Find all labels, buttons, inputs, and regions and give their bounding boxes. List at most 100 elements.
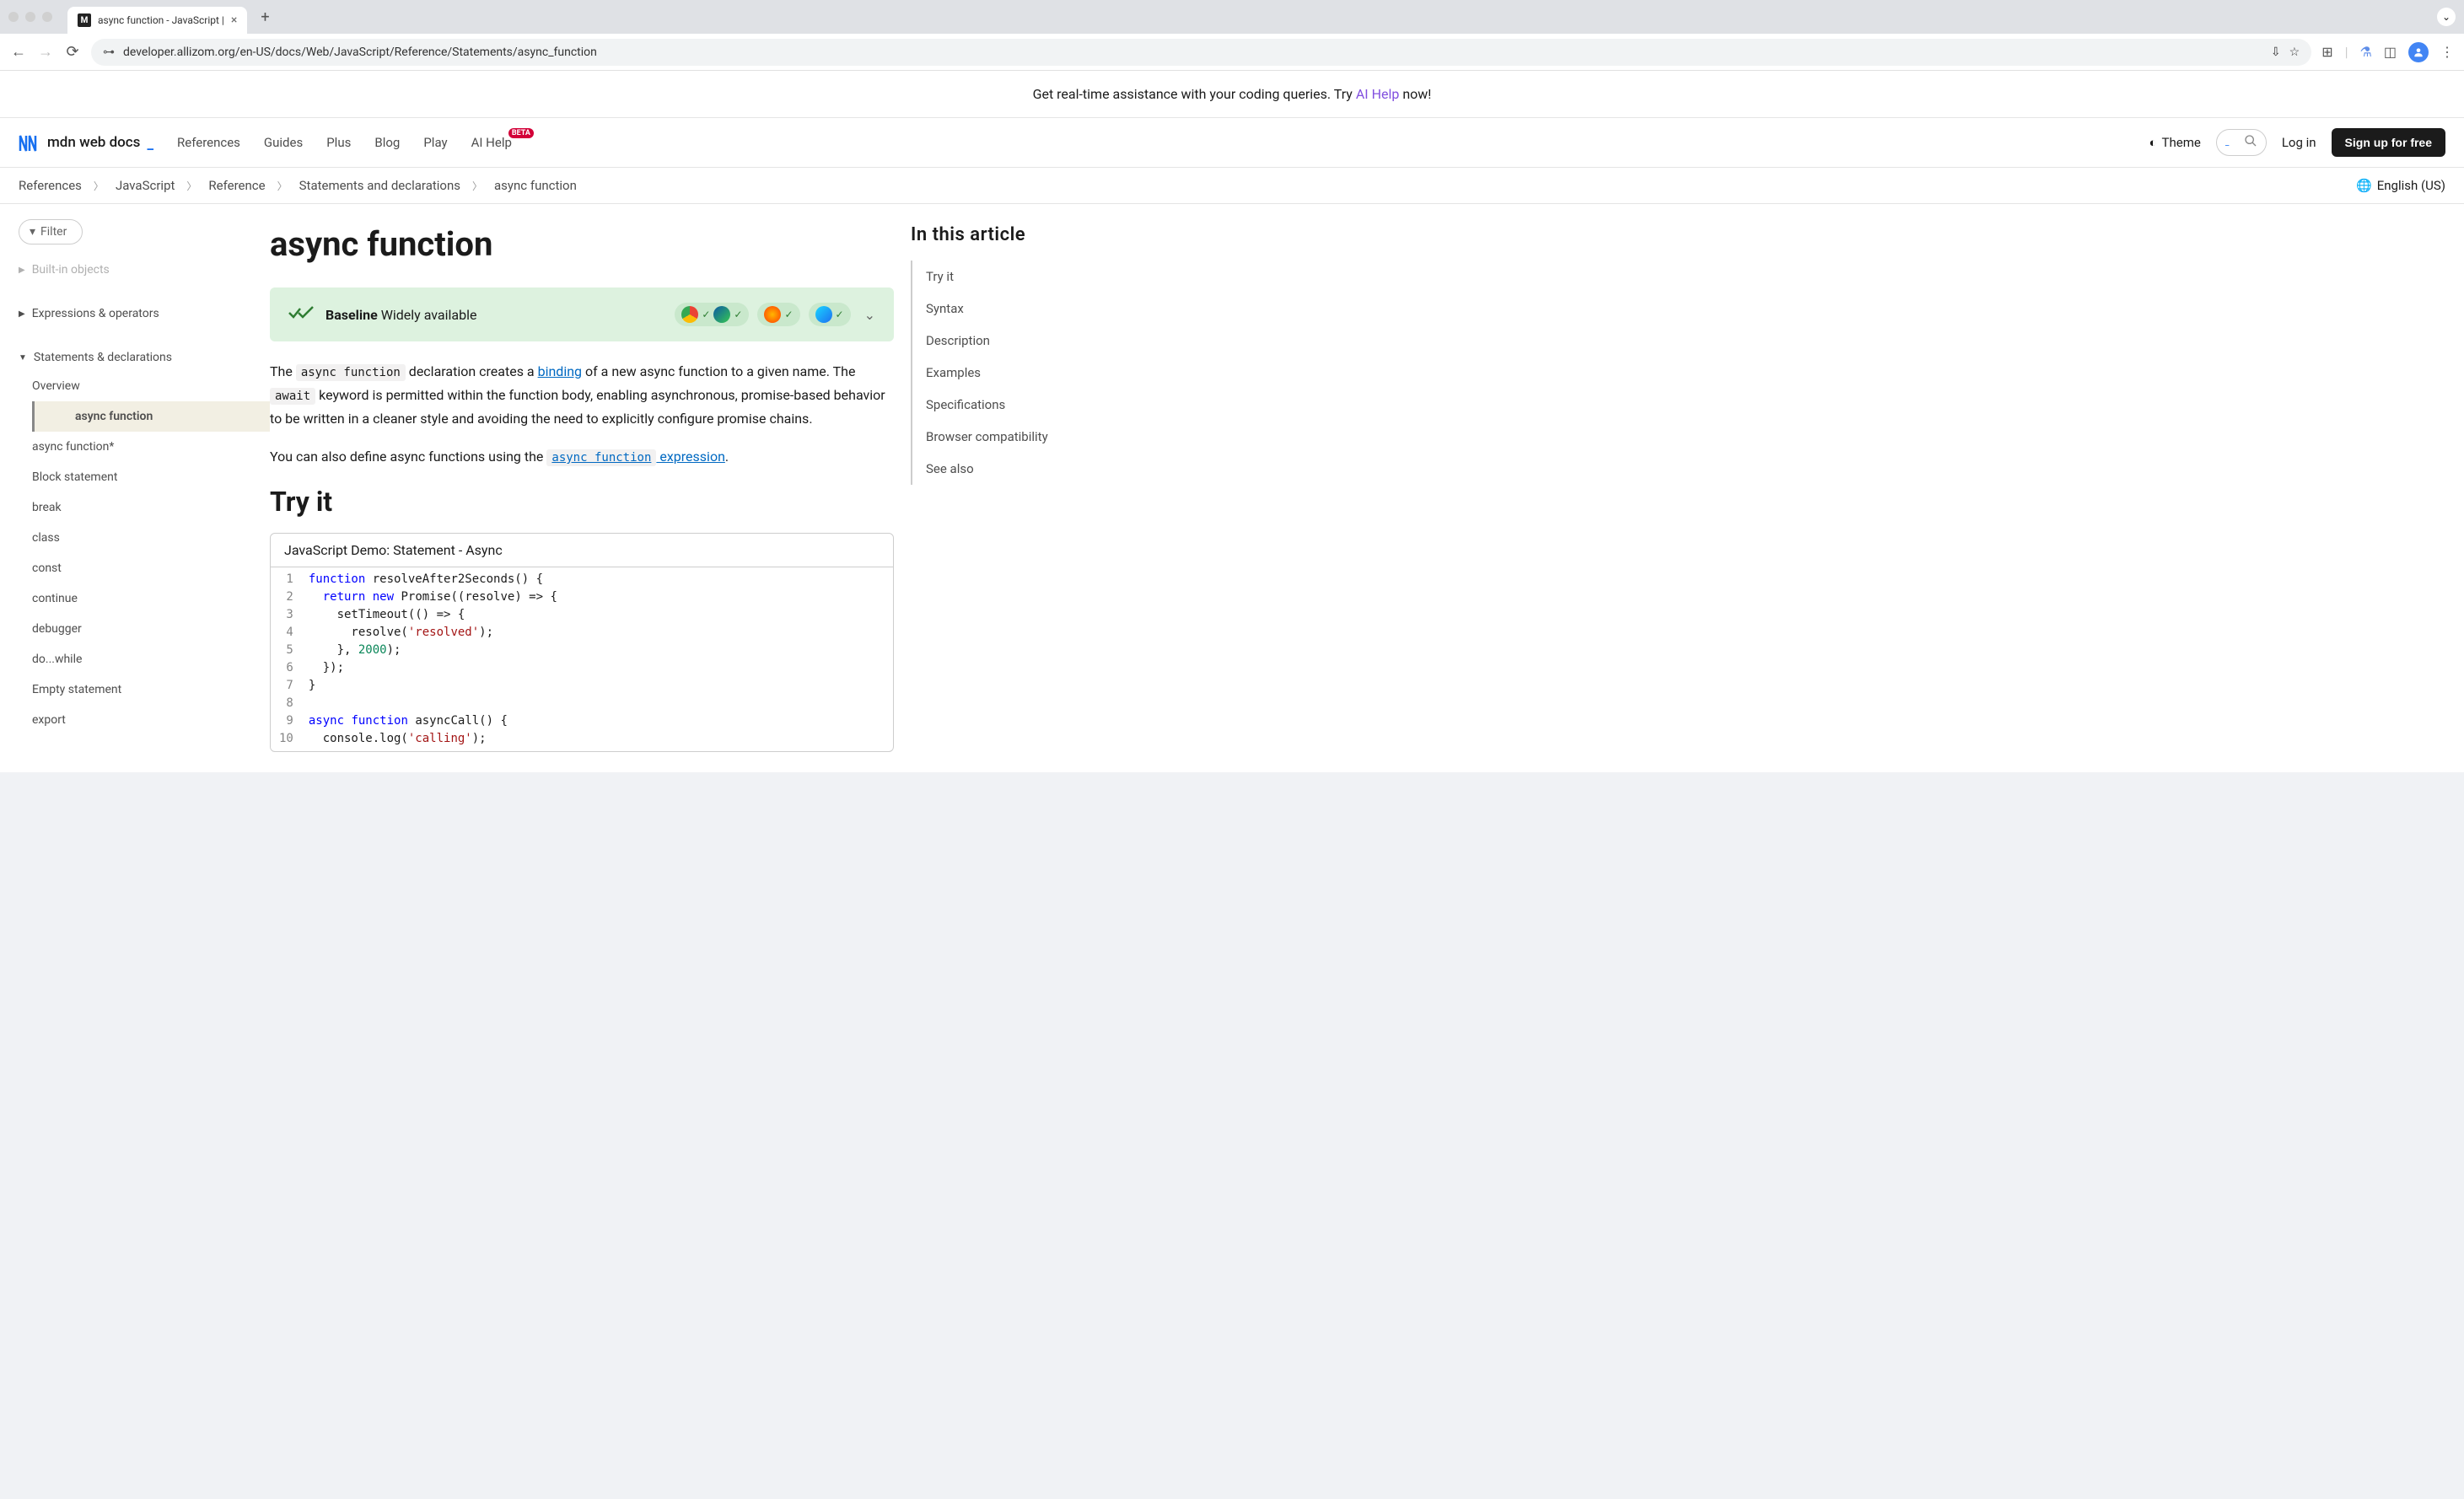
sidebar-item[interactable]: async function [32, 401, 270, 432]
header-right: ◐ Theme _ Log in Sign up for free [2149, 128, 2445, 157]
toc-item[interactable]: See also [926, 453, 1096, 485]
crumb-reference[interactable]: Reference [208, 178, 265, 193]
crumb-references[interactable]: References [19, 178, 82, 193]
intro-paragraph-1: The async function declaration creates a… [270, 360, 894, 430]
site-settings-icon[interactable]: ⊶ [103, 46, 115, 59]
promo-prefix: Get real-time assistance with your codin… [1033, 86, 1356, 102]
text: . [725, 449, 729, 465]
nav-references[interactable]: References [177, 135, 240, 150]
main-content: async function Baseline Widely available… [270, 204, 894, 772]
nav-guides[interactable]: Guides [264, 135, 303, 150]
chrome-icon [681, 306, 698, 323]
inline-code: await [270, 388, 315, 405]
language-label: English (US) [2377, 178, 2445, 193]
toc-sidebar: In this article Try itSyntaxDescriptionE… [894, 204, 1096, 772]
crumb-statements[interactable]: Statements and declarations [299, 178, 460, 193]
chevron-right-icon: 〉 [186, 179, 196, 193]
toc-item[interactable]: Specifications [926, 389, 1096, 421]
close-window-icon[interactable] [8, 12, 19, 22]
kebab-menu-icon[interactable]: ⋮ [2440, 44, 2454, 60]
sidebar-item[interactable]: break [0, 492, 270, 523]
url-bar[interactable]: ⊶ developer.allizom.org/en-US/docs/Web/J… [91, 39, 2311, 66]
back-button[interactable]: ← [10, 43, 27, 61]
search-input[interactable]: _ [2216, 129, 2267, 156]
language-selector[interactable]: 🌐 English (US) [2356, 178, 2445, 193]
tab-favicon-icon: M [78, 13, 91, 27]
sidebar-section-statements[interactable]: ▼ Statements & declarations [0, 344, 270, 371]
toc-item[interactable]: Browser compatibility [926, 421, 1096, 453]
baseline-rest: Widely available [378, 307, 477, 323]
chevron-right-icon: 〉 [472, 179, 482, 193]
sidebar-item[interactable]: Block statement [0, 462, 270, 492]
toc-item[interactable]: Syntax [926, 293, 1096, 325]
nav-blog[interactable]: Blog [374, 135, 400, 150]
mdn-logo[interactable]: mdn web docs _ [19, 132, 153, 153]
code-demo: JavaScript Demo: Statement - Async 12345… [270, 533, 894, 752]
nav-play[interactable]: Play [423, 135, 447, 150]
url-text: developer.allizom.org/en-US/docs/Web/Jav… [123, 46, 597, 59]
browser-tab[interactable]: M async function - JavaScript | × [67, 7, 247, 34]
sidebar-item[interactable]: class [0, 523, 270, 553]
maximize-window-icon[interactable] [42, 12, 52, 22]
sidebar-section-builtins[interactable]: ▶ Built-in objects [0, 256, 270, 283]
theme-toggle[interactable]: ◐ Theme [2149, 135, 2200, 150]
extensions-icon[interactable]: ⊞ [2321, 44, 2332, 60]
check-icon: ✓ [784, 309, 793, 320]
sidebar-item[interactable]: async function* [0, 432, 270, 462]
tab-close-icon[interactable]: × [231, 13, 237, 27]
code-editor[interactable]: 12345678910 function resolveAfter2Second… [271, 567, 893, 751]
sidebar-item[interactable]: const [0, 553, 270, 583]
search-icon [2244, 134, 2257, 151]
text: The [270, 363, 296, 379]
install-app-icon[interactable]: ⇩ [2271, 46, 2281, 59]
text: of a new async function to a given name.… [582, 363, 855, 379]
baseline-strong: Baseline [325, 307, 378, 323]
sidepanel-icon[interactable]: ◫ [2384, 44, 2397, 60]
triangle-down-icon: ▼ [19, 353, 27, 363]
filter-input[interactable]: ▾ Filter [19, 219, 83, 244]
tabs-overflow-button[interactable]: ⌄ [2437, 8, 2456, 26]
extensions-area: ⊞ | ⚗ ◫ ⋮ [2321, 42, 2454, 62]
toc-item[interactable]: Description [926, 325, 1096, 357]
new-tab-button[interactable]: + [261, 8, 269, 26]
intro-paragraph-2: You can also define async functions usin… [270, 445, 894, 469]
window-controls [8, 12, 52, 22]
profile-avatar-icon[interactable] [2408, 42, 2429, 62]
crumb-current[interactable]: async function [494, 178, 577, 193]
sidebar-item[interactable]: Overview [0, 371, 270, 401]
signup-button[interactable]: Sign up for free [2332, 128, 2445, 157]
lab-icon[interactable]: ⚗ [2360, 44, 2372, 60]
forward-button[interactable]: → [37, 43, 54, 61]
sidebar-item[interactable]: do...while [0, 644, 270, 674]
sidebar-item[interactable]: debugger [0, 614, 270, 644]
sidebar-item[interactable]: continue [0, 583, 270, 614]
promo-link[interactable]: AI Help [1356, 86, 1400, 102]
text: You can also define async functions usin… [270, 449, 546, 465]
safari-icon [815, 306, 832, 323]
mdn-logo-icon [19, 132, 42, 153]
bookmark-star-icon[interactable]: ☆ [2289, 46, 2300, 59]
sidebar-item[interactable]: Empty statement [0, 674, 270, 705]
binding-link[interactable]: binding [538, 363, 582, 379]
sidebar-section-expressions[interactable]: ▶ Expressions & operators [0, 300, 270, 327]
sidebar-item[interactable]: export [0, 705, 270, 735]
login-link[interactable]: Log in [2282, 135, 2316, 150]
crumb-javascript[interactable]: JavaScript [116, 178, 175, 193]
sidebar-section-label: Statements & declarations [34, 351, 172, 364]
nav-ai-help[interactable]: AI Help BETA [471, 135, 512, 150]
sidebar-left: ▾ Filter ▶ Built-in objects ▶ Expression… [0, 204, 270, 772]
chevron-down-icon[interactable]: ⌄ [864, 307, 875, 323]
minimize-window-icon[interactable] [25, 12, 35, 22]
text: declaration creates a [406, 363, 538, 379]
reload-button[interactable]: ⟳ [64, 43, 81, 61]
browser-support-badges: ✓ ✓ ✓ ✓ ⌄ [675, 303, 875, 326]
toc-item[interactable]: Examples [926, 357, 1096, 389]
baseline-widget[interactable]: Baseline Widely available ✓ ✓ ✓ [270, 287, 894, 341]
async-expression-link[interactable]: async function expression [546, 449, 725, 465]
nav-plus[interactable]: Plus [326, 135, 351, 150]
code-demo-header: JavaScript Demo: Statement - Async [271, 534, 893, 567]
toc-item[interactable]: Try it [926, 261, 1096, 293]
filter-icon: ▾ [30, 225, 35, 239]
edge-icon [713, 306, 730, 323]
tryit-heading: Try it [270, 486, 894, 518]
